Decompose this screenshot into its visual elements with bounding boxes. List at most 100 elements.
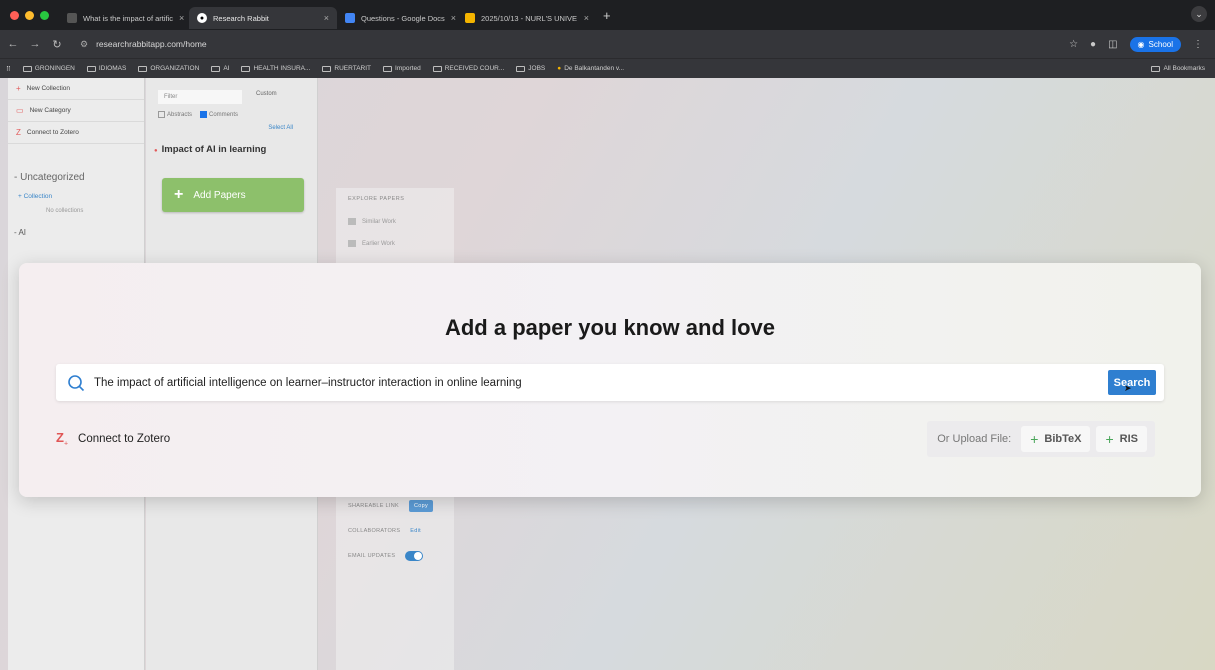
shareable-link-label: SHAREABLE LINK <box>348 503 399 509</box>
checkbox-label: Comments <box>209 112 239 119</box>
search-button[interactable]: Search <box>1108 370 1156 395</box>
zotero-icon: Z <box>16 128 21 137</box>
filter-input[interactable]: Filter <box>158 90 242 104</box>
bookmark-label: AI <box>223 65 230 72</box>
side-item-label: New Collection <box>26 85 71 92</box>
apps-grid-icon[interactable]: ⠿ <box>6 65 11 73</box>
add-papers-label: Add Papers <box>193 189 246 201</box>
comments-checkbox[interactable]: Comments <box>200 111 238 118</box>
close-tab-icon[interactable]: × <box>584 13 589 23</box>
profile-button[interactable]: ◉ School <box>1129 36 1181 52</box>
tab-search-icon[interactable]: ⌄ <box>1191 6 1207 22</box>
folder-icon <box>516 65 526 72</box>
folder-icon <box>211 65 221 72</box>
browser-tab-bar: What is the impact of artific × ● Resear… <box>0 0 1215 30</box>
bookmark-folder[interactable]: RECEIVED COUR... <box>432 65 504 72</box>
collaborators-label: COLLABORATORS <box>348 528 401 534</box>
address-bar[interactable]: ⚙ researchrabbitapp.com/home <box>74 34 1069 54</box>
collaborators-row: COLLABORATORS Edit <box>348 528 421 534</box>
rabbit-favicon-icon: ● <box>197 13 207 23</box>
new-tab-button[interactable]: + <box>603 8 611 23</box>
folder-icon <box>432 65 442 72</box>
bookmark-link[interactable]: ● De Balkantanden v... <box>557 65 624 72</box>
folder-icon <box>22 65 32 72</box>
paper-search-bar[interactable]: The impact of artificial intelligence on… <box>56 364 1164 401</box>
tab-title: 2025/10/13 - NURL'S UNIVE <box>481 13 578 23</box>
bookmark-label: JOBS <box>528 65 546 72</box>
plus-icon: + <box>174 186 184 203</box>
bookmark-folder[interactable]: JOBS <box>516 65 545 72</box>
site-info-icon[interactable]: ⚙ <box>80 39 88 50</box>
upload-ris-label: RIS <box>1119 433 1138 445</box>
back-arrow-icon[interactable]: ← <box>4 38 22 50</box>
extension-icon[interactable]: ● <box>1090 39 1096 50</box>
bullet-icon: ● <box>154 148 158 154</box>
browser-tab[interactable]: Questions - Google Docs × <box>337 7 457 29</box>
search-icon <box>64 374 88 392</box>
bookmark-folder[interactable]: IDIOMAS <box>86 65 126 72</box>
all-bookmarks-button[interactable]: All Bookmarks <box>1151 65 1205 72</box>
new-category-button[interactable]: ▭ New Category <box>8 100 144 122</box>
reload-icon[interactable]: ↻ <box>48 38 66 51</box>
copy-link-button[interactable]: Copy <box>408 500 434 512</box>
folder-icon <box>1151 65 1161 72</box>
checkbox-label: Abstracts <box>167 112 193 119</box>
upload-ris-button[interactable]: + RIS <box>1096 426 1147 452</box>
bookmark-folder[interactable]: RUERTARIT <box>322 65 371 72</box>
browser-tab[interactable]: What is the impact of artific × <box>59 7 189 29</box>
bookmarks-bar: ⠿ GRONINGEN IDIOMAS ORGANIZATION AI HEAL… <box>0 58 1215 78</box>
folder-icon <box>322 65 332 72</box>
url-text: researchrabbitapp.com/home <box>96 39 207 49</box>
zotero-icon: Z+ <box>56 430 69 448</box>
sort-custom-dropdown[interactable]: Custom <box>256 91 277 97</box>
collection-title[interactable]: ● Impact of AI in learning <box>154 144 266 155</box>
plus-icon: + <box>16 84 21 93</box>
close-window-button[interactable] <box>10 10 19 20</box>
new-collection-button[interactable]: + New Collection <box>8 78 144 100</box>
add-collection-link[interactable]: + Collection <box>8 193 144 200</box>
close-tab-icon[interactable]: × <box>179 13 184 23</box>
extensions-puzzle-icon[interactable]: ◫ <box>1108 39 1117 50</box>
close-tab-icon[interactable]: × <box>324 13 329 23</box>
maximize-window-button[interactable] <box>40 10 49 20</box>
paper-search-input[interactable]: The impact of artificial intelligence on… <box>94 377 1108 389</box>
browser-menu-icon[interactable]: ⋮ <box>1193 39 1203 50</box>
minimize-window-button[interactable] <box>25 10 34 20</box>
similar-work-item[interactable]: Similar Work <box>348 218 396 225</box>
forward-arrow-icon[interactable]: → <box>26 38 44 50</box>
add-papers-button[interactable]: + Add Papers <box>162 178 304 212</box>
plus-icon: + <box>1030 431 1039 447</box>
filter-placeholder: Filter <box>164 94 178 100</box>
drive-favicon-icon <box>465 13 475 23</box>
bookmark-folder[interactable]: GRONINGEN <box>22 65 75 72</box>
bookmark-label: Imported <box>395 65 421 72</box>
connect-zotero-button[interactable]: Z+ Connect to Zotero <box>56 430 170 448</box>
uncategorized-heading[interactable]: - Uncategorized <box>8 172 144 183</box>
bookmark-folder[interactable]: AI <box>211 65 229 72</box>
browser-tab-active[interactable]: ● Research Rabbit × <box>189 7 337 29</box>
add-paper-modal: Add a paper you know and love The impact… <box>19 263 1201 497</box>
bookmark-folder[interactable]: HEALTH INSURA... <box>241 65 310 72</box>
window-controls <box>10 10 49 20</box>
folder-icon <box>383 65 393 72</box>
select-all-link[interactable]: Select All <box>268 125 293 131</box>
connect-zotero-sidebar-button[interactable]: Z Connect to Zotero <box>8 122 144 144</box>
edit-collaborators-link[interactable]: Edit <box>410 528 421 534</box>
folder-icon <box>86 65 96 72</box>
ai-category-heading[interactable]: - AI <box>8 228 144 237</box>
bookmark-star-icon[interactable]: ☆ <box>1069 39 1078 50</box>
abstracts-checkbox[interactable]: Abstracts <box>158 111 192 118</box>
papers-icon <box>348 218 356 225</box>
earlier-work-item[interactable]: Earlier Work <box>348 240 395 247</box>
browser-tab[interactable]: 2025/10/13 - NURL'S UNIVE × <box>457 7 597 29</box>
close-tab-icon[interactable]: × <box>451 13 456 23</box>
bookmark-label: GRONINGEN <box>34 65 75 72</box>
bookmark-label: RUERTARIT <box>334 65 372 72</box>
bookmark-folder[interactable]: Imported <box>383 65 421 72</box>
upload-bibtex-button[interactable]: + BibTeX <box>1021 426 1091 452</box>
browser-nav-bar: ← → ↻ ⚙ researchrabbitapp.com/home ☆ ● ◫… <box>0 30 1215 58</box>
explore-item-label: Similar Work <box>362 218 396 225</box>
bookmark-folder[interactable]: ORGANIZATION <box>138 65 199 72</box>
email-updates-toggle[interactable] <box>405 551 424 561</box>
upload-file-group: Or Upload File: + BibTeX + RIS <box>927 421 1155 457</box>
